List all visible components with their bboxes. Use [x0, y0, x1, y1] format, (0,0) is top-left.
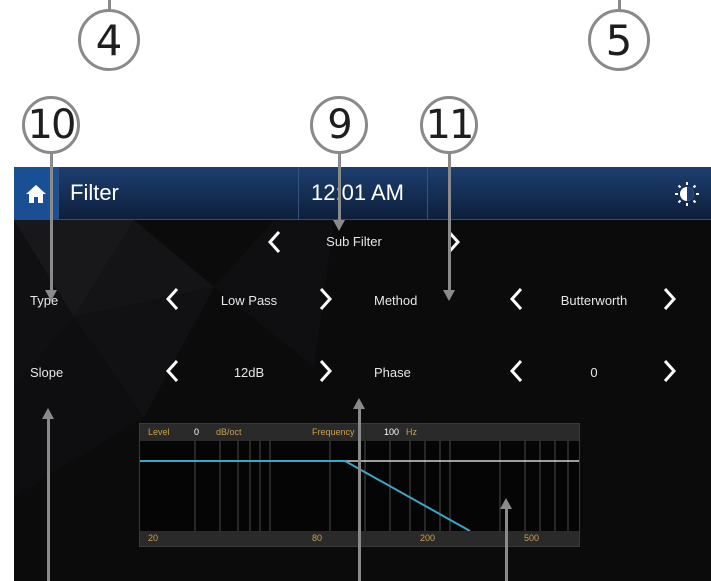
callout-5: 5 — [588, 9, 650, 71]
callout-10: 10 — [22, 96, 80, 154]
top-bar: Filter 12:01 AM — [14, 167, 711, 220]
method-label: Method — [374, 293, 418, 308]
graph-level-value: 0 — [194, 427, 200, 437]
graph-tick-label: 20 — [148, 533, 159, 543]
home-icon — [26, 184, 46, 203]
phase-pointer — [358, 408, 361, 581]
slope-label: Slope — [30, 365, 64, 380]
graph-frequency-value: 100 — [384, 427, 400, 437]
graph-tick-label: 200 — [420, 533, 436, 543]
callout-5-text: 5 — [605, 15, 633, 65]
clock-time: 12:01 AM — [311, 180, 404, 205]
graph-frequency-label: Frequency — [312, 427, 355, 437]
callout-9-text: 9 — [327, 102, 352, 148]
graph-tick-label: 500 — [524, 533, 540, 543]
method-next-button[interactable] — [658, 285, 680, 313]
brightness-icon[interactable] — [674, 181, 700, 207]
callout-11: 11 — [420, 96, 478, 154]
callout-9: 9 — [310, 96, 368, 154]
phase-next-button[interactable] — [658, 357, 680, 385]
slope-pointer — [47, 418, 50, 581]
phase-prev-button[interactable] — [506, 357, 528, 385]
callout-11-arrowhead — [443, 290, 455, 301]
callout-11-pointer — [448, 152, 451, 292]
filter-screen: Filter 12:01 AM Sub Filter Type Low Pass… — [14, 167, 711, 581]
callout-5-line — [618, 0, 621, 10]
callout-9-arrowhead — [333, 220, 345, 231]
callout-4-line — [108, 0, 111, 10]
next-filter-button[interactable] — [442, 228, 464, 256]
slope-prev-button[interactable] — [162, 357, 184, 385]
slope-next-button[interactable] — [314, 357, 336, 385]
slope-value: 12dB — [233, 365, 265, 380]
type-next-button[interactable] — [314, 285, 336, 313]
graph-level-unit: dB/oct — [216, 427, 242, 437]
filter-selector-value: Sub Filter — [326, 234, 382, 249]
callout-10-text: 10 — [27, 102, 77, 148]
graph-level-label: Level — [148, 427, 170, 437]
prev-filter-button[interactable] — [264, 228, 286, 256]
graph-pointer — [505, 508, 508, 581]
graph-tick-label: 80 — [312, 533, 323, 543]
callout-9-pointer — [338, 152, 341, 222]
type-value: Low Pass — [220, 293, 278, 308]
callout-11-text: 11 — [425, 102, 475, 148]
graph-response-curve — [140, 460, 471, 531]
callout-4-text: 4 — [95, 15, 123, 65]
page-title: Filter — [70, 180, 119, 205]
type-prev-button[interactable] — [162, 285, 184, 313]
graph-frequency-unit: Hz — [406, 427, 417, 437]
method-prev-button[interactable] — [506, 285, 528, 313]
callout-10-pointer — [50, 152, 53, 292]
callout-10-arrowhead — [45, 290, 57, 301]
phase-label: Phase — [374, 365, 411, 380]
phase-value: 0 — [590, 365, 598, 380]
method-value: Butterworth — [560, 293, 628, 308]
clock-display: 12:01 AM — [298, 167, 428, 220]
callout-4: 4 — [78, 9, 140, 71]
